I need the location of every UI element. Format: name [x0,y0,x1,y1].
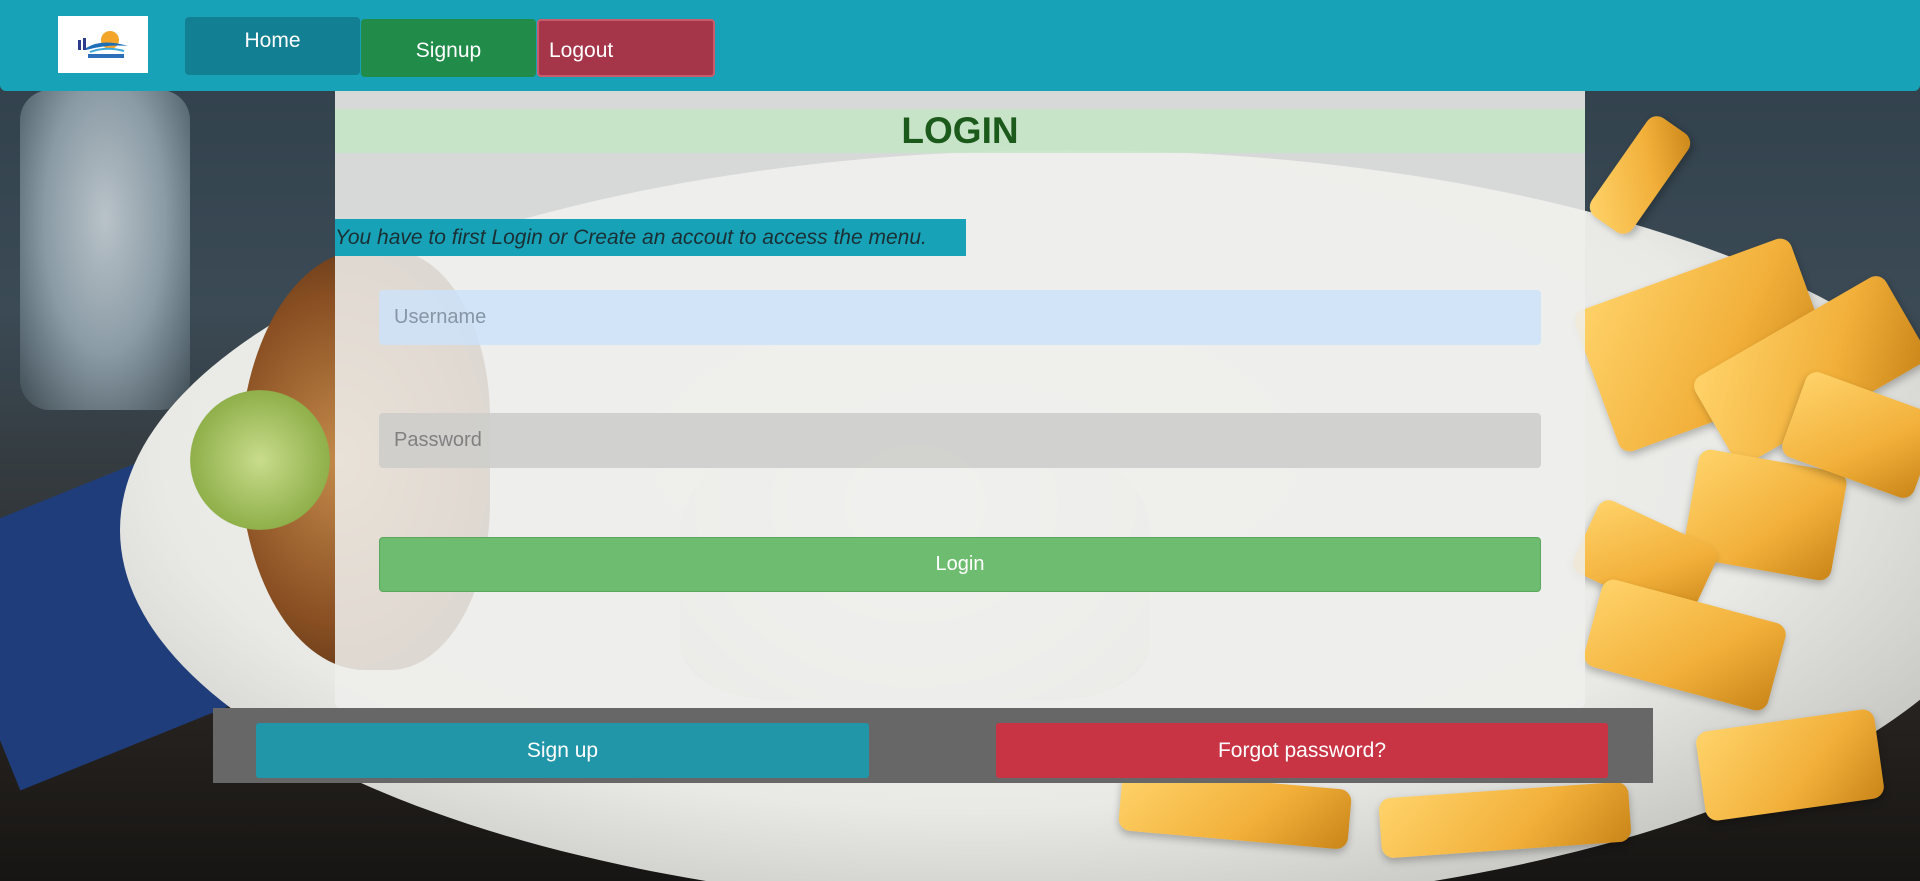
password-input[interactable] [379,413,1541,468]
login-footer: Sign up Forgot password? [213,708,1653,783]
nav-home-link[interactable]: Home [185,17,360,75]
page-title: LOGIN [901,110,1019,151]
top-navbar: Home Signup Logout [0,0,1920,91]
login-panel: LOGIN You have to first Login or Create … [335,91,1585,708]
background-lettuce [190,390,330,530]
forgot-password-button[interactable]: Forgot password? [996,723,1608,778]
login-notice-text: You have to first Login or Create an acc… [335,225,927,249]
login-notice: You have to first Login or Create an acc… [335,219,966,256]
background-fry [1585,111,1695,239]
signup-button[interactable]: Sign up [256,723,869,778]
nav-logout-link[interactable]: Logout [537,19,715,77]
site-logo[interactable] [58,16,148,73]
username-input[interactable] [379,290,1541,345]
login-button[interactable]: Login [379,537,1541,592]
logo-icon [78,30,128,58]
nav-signup-link[interactable]: Signup [361,19,536,77]
background-glass [20,90,190,410]
